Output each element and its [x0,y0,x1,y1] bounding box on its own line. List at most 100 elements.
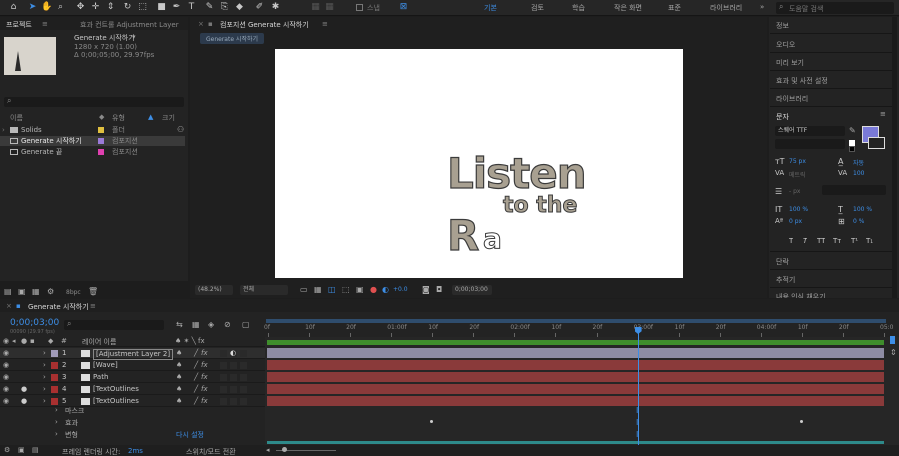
video-toggle-icon[interactable]: ◉ [3,337,9,345]
layer-label-color[interactable] [51,362,58,369]
tsume-value[interactable]: 0 % [853,218,864,225]
vertical-scale-value[interactable]: 100 % [789,206,808,213]
pan-camera-icon[interactable]: ✛ [90,2,101,13]
pen-tool-icon[interactable]: ✒ [171,2,182,13]
tab-menu-icon[interactable]: ≡ [42,20,48,28]
eraser-tool-icon[interactable]: ◆ [234,2,245,13]
home-icon[interactable]: ⌂ [8,2,19,13]
3d-layer-switch[interactable] [240,398,247,405]
shy-switch-icon[interactable]: ♠ [176,360,182,371]
motion-blur-switch[interactable] [220,386,227,393]
paragraph-panel-tab[interactable]: 단락 [776,257,789,267]
dolly-camera-icon[interactable]: ⇕ [105,2,116,13]
distribute-icon[interactable]: ▦ [324,2,335,13]
expand-arrow-icon[interactable]: › [43,348,46,359]
3d-layer-switch[interactable] [240,350,247,357]
tracker-panel-tab[interactable]: 추적기 [776,275,795,285]
layer-name[interactable]: [TextOutlines [93,384,139,395]
col-header-size[interactable]: 크기 [162,113,175,123]
expand-arrow-icon[interactable]: › [55,406,58,414]
current-time-field[interactable]: 0;00;03;00 [452,285,492,295]
shy-switch-icon[interactable]: ♠ [176,348,182,359]
superscript-button[interactable]: T¹ [851,237,858,245]
quality-switch-icon[interactable]: ╱ [194,372,198,383]
adjustment-layer-switch[interactable] [230,398,237,405]
layer-row[interactable]: ◉ ● › 5 [TextOutlines ♠ ╱ fx [0,396,265,407]
font-size-value[interactable]: 75 px [789,158,806,165]
pan-behind-icon[interactable]: ⬚ [137,2,148,13]
all-caps-button[interactable]: TT [817,237,825,245]
clone-stamp-icon[interactable]: ⎘ [219,2,230,13]
layer-name[interactable]: [Adjustment Layer 2] [93,349,174,360]
keyframe[interactable] [800,420,803,423]
new-folder-icon[interactable]: ▣ [18,287,26,296]
layer-row[interactable]: ◉ › 1 [Adjustment Layer 2] ♠ ╱ fx ◐ [0,348,265,360]
motion-blur-switch[interactable] [220,362,227,369]
fast-previews-icon[interactable]: ▭ [300,285,308,294]
quality-switch-icon[interactable]: ╱ [194,348,198,359]
layer-name[interactable]: [Wave] [93,360,118,371]
color-channels-icon[interactable]: ● [370,285,377,294]
layer-bar[interactable] [267,384,884,394]
quality-switch-icon[interactable]: ╱ [194,360,198,371]
quality-switch-icon[interactable]: ╱ [194,396,198,407]
workspace-tab-small-screen[interactable]: 작은 화면 [614,3,642,13]
list-item[interactable]: › Solids 폴더 [0,125,185,135]
video-eye-icon[interactable]: ◉ [3,348,9,359]
font-family-dropdown[interactable]: 스퀘어 TTF [775,126,845,136]
layer-bar[interactable] [267,360,884,370]
expand-arrow-icon[interactable]: › [2,125,5,135]
right-panel-scrollbar[interactable] [892,17,897,298]
col-layer-name[interactable]: 레이어 이름 [82,337,116,347]
transform-group-label[interactable]: 변형 [65,430,78,440]
motion-blur-switch[interactable] [220,398,227,405]
tab-menu-icon[interactable]: ≡ [90,302,96,310]
col-header-name[interactable]: 이름 [10,113,23,123]
adjustment-layer-switch[interactable] [230,362,237,369]
bpc-label[interactable]: 8bpc [66,289,81,296]
eyedropper-icon[interactable]: ✎ [849,126,856,135]
zoom-slider-thumb[interactable] [282,447,287,452]
tab-composition[interactable]: 컴포지션 Generate 시작하기 [220,20,309,30]
layer-bar[interactable] [267,396,884,406]
tab-effect-controls[interactable]: 효과 컨트롤 Adjustment Layer [80,20,179,30]
layer-label-color[interactable] [51,350,58,357]
workspace-tab-review[interactable]: 검토 [531,3,544,13]
shy-switch-icon[interactable]: ♠ [176,372,182,383]
shy-layers-icon[interactable]: ◈ [208,320,214,329]
3d-layer-switch[interactable] [240,362,247,369]
puppet-tool-icon[interactable]: ✱ [270,2,281,13]
composition-canvas[interactable]: Listen to the R a [275,49,683,278]
selection-tool-icon[interactable]: ➤ [27,2,38,13]
effects-switch-icon[interactable]: fx [201,348,208,359]
faux-bold-button[interactable]: T [789,237,793,245]
lock-icon[interactable]: ▪ [30,337,35,345]
black-swatch[interactable] [849,146,855,152]
list-item[interactable]: Generate 끝 컴포지션 [0,147,185,157]
layer-row[interactable]: ◉ › 2 [Wave] ♠ ╱ fx [0,360,265,371]
current-timecode[interactable]: 0;00;03;00 [10,318,59,328]
3d-layer-switch[interactable] [240,386,247,393]
preview-panel-tab[interactable]: 미리 보기 [776,58,804,68]
shy-switch-icon[interactable]: ♠ [176,396,182,407]
zoom-out-icon[interactable]: ◂ [266,446,270,454]
label-col-icon[interactable]: ◆ [99,113,104,121]
panel-menu-icon[interactable]: ≡ [880,110,886,118]
expand-arrow-icon[interactable]: › [43,396,46,407]
3d-layer-switch[interactable] [240,374,247,381]
expand-switches-icon[interactable]: ▣ [18,446,25,454]
region-of-interest-icon[interactable]: ⬚ [342,285,350,294]
flowchart-icon[interactable]: ⚇ [177,125,184,134]
stroke-width-value[interactable]: - px [789,188,800,195]
rectangle-tool-icon[interactable]: ■ [156,2,167,13]
adjustment-layer-switch[interactable] [230,374,237,381]
stroke-style-dropdown[interactable] [822,185,886,195]
shy-switch-icon[interactable]: ♠ [176,384,182,395]
hand-tool-icon[interactable]: ✋ [41,2,52,13]
next-layer-bar[interactable] [267,441,884,444]
help-search-input[interactable]: ⌕ 도움말 검색 [776,2,894,14]
lock-icon[interactable]: ▪ [208,20,213,28]
align-icon[interactable]: ▦ [310,2,321,13]
layer-bar[interactable] [267,348,884,358]
comp-flowchart-icon[interactable]: ⚙ [4,446,10,454]
